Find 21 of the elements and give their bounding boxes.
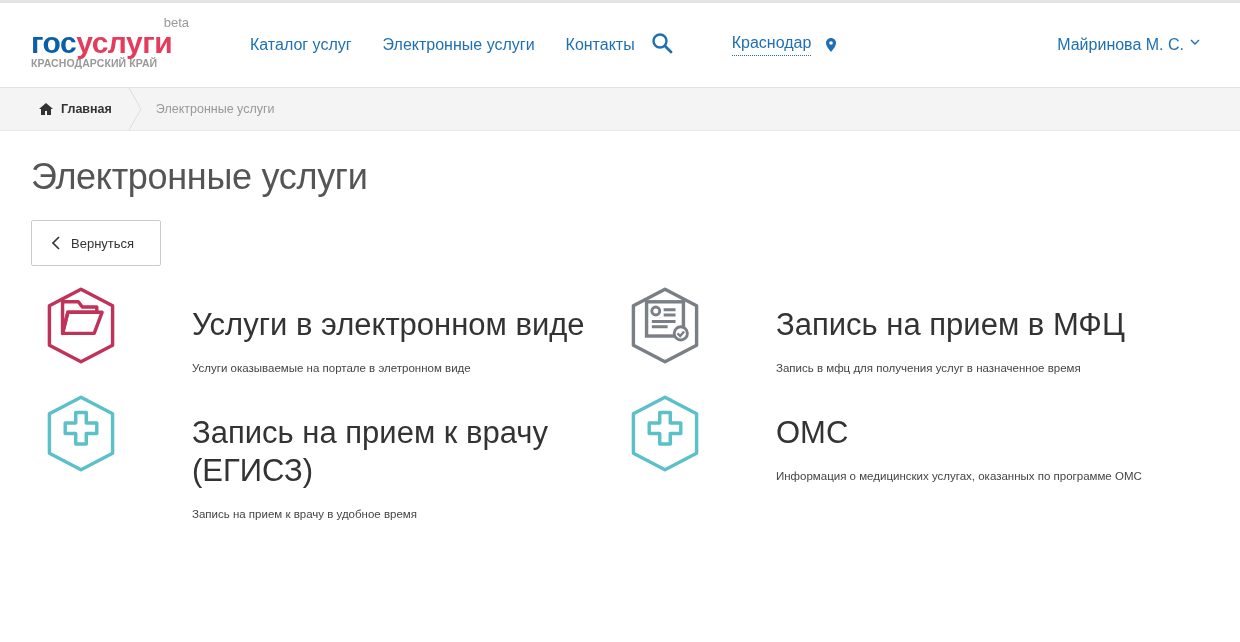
search-icon[interactable] [650,32,673,54]
service-title-link[interactable]: Запись на прием к врачу (ЕГИСЗ) [192,414,592,490]
nav-link[interactable]: Каталог услуг [250,36,352,54]
chevron-left-icon [52,236,60,250]
service-title-link[interactable]: Запись на прием в МФЦ [776,306,1125,344]
user-menu[interactable]: Майринова М. С. [1057,36,1200,54]
back-button[interactable]: Вернуться [31,220,161,266]
service-description: Информация о медицинских услугах, оказанных по программе ОМС [776,470,1142,482]
chevron-down-icon [1190,39,1200,45]
page-title: Электронные услуги [31,155,369,199]
city-link[interactable]: Краснодар [731,34,812,56]
location-pin-icon [826,38,837,52]
nav-link[interactable]: Контакты [565,36,635,54]
home-icon [39,103,53,115]
service-description: Запись на прием к врачу в удобное время [192,508,418,520]
service-title-link[interactable]: ОМС [776,414,1142,452]
service-description: Услуги оказываемые на портале в элетронном виде [192,362,472,374]
service-title-link[interactable]: Услуги в электронном виде [192,306,585,344]
nav-link[interactable]: Электронные услуги [382,36,535,54]
service-description: Запись в мфц для получения услуг в назначенное время [776,362,1082,374]
breadcrumb-link[interactable]: Главная [61,102,112,116]
